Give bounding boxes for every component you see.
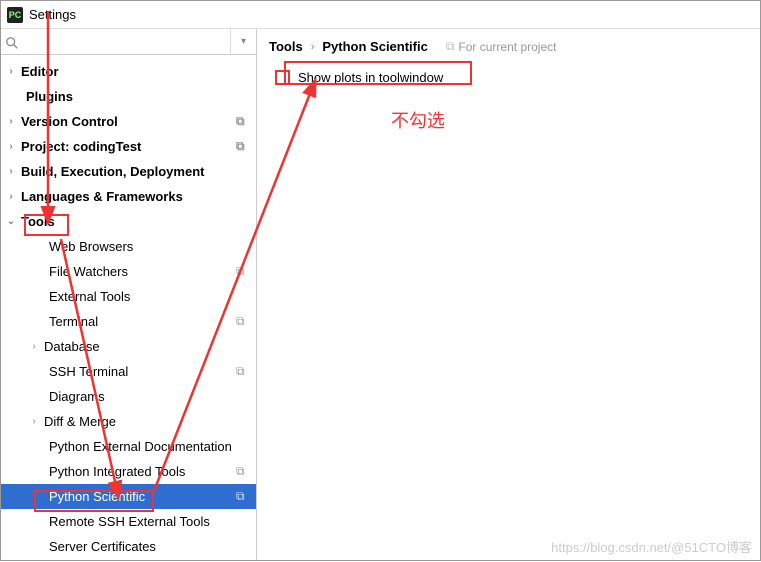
project-scope-icon: ⧉ — [236, 364, 256, 379]
tree-item-lang-fw[interactable]: ›Languages & Frameworks — [1, 184, 256, 209]
show-plots-label: Show plots in toolwindow — [298, 70, 443, 85]
tree-item-external-tools[interactable]: External Tools — [1, 284, 256, 309]
tree-item-version-control[interactable]: ›Version Control⧉ — [1, 109, 256, 134]
tree-item-server-certs[interactable]: Server Certificates — [1, 534, 256, 559]
tree-item-diff-merge[interactable]: ›Diff & Merge — [1, 409, 256, 434]
titlebar: PC Settings — [1, 1, 760, 29]
project-scope-icon: ⧉ — [236, 264, 256, 279]
chevron-right-icon: › — [311, 41, 315, 53]
tree-item-ssh-terminal[interactable]: SSH Terminal⧉ — [1, 359, 256, 384]
search-row: ▾ — [1, 29, 256, 55]
project-scope-icon: ⧉ — [236, 314, 256, 329]
chevron-right-icon: › — [24, 341, 44, 352]
show-plots-checkbox[interactable] — [275, 70, 290, 85]
tree-item-editor[interactable]: ›Editor — [1, 59, 256, 84]
chevron-right-icon: › — [1, 166, 21, 177]
settings-detail-panel: Tools › Python Scientific ⧉For current p… — [257, 29, 760, 560]
breadcrumb: Tools › Python Scientific ⧉For current p… — [269, 39, 748, 54]
project-scope-icon: ⧉ — [446, 39, 455, 54]
tree-item-file-watchers[interactable]: File Watchers⧉ — [1, 259, 256, 284]
project-scope-icon: ⧉ — [236, 114, 256, 129]
tree-item-py-scientific[interactable]: Python Scientific⧉ — [1, 484, 256, 509]
tree-item-terminal[interactable]: Terminal⧉ — [1, 309, 256, 334]
project-scope-icon: ⧉ — [236, 139, 256, 154]
search-dropdown[interactable]: ▾ — [230, 29, 256, 54]
window-title: Settings — [29, 7, 76, 22]
tree-item-plugins[interactable]: Plugins — [1, 84, 256, 109]
chevron-right-icon: › — [1, 66, 21, 77]
settings-tree: ›Editor Plugins ›Version Control⧉ ›Proje… — [1, 55, 256, 560]
content-area: ▾ ›Editor Plugins ›Version Control⧉ ›Pro… — [1, 29, 760, 560]
breadcrumb-item: Python Scientific — [322, 39, 427, 54]
tree-item-database[interactable]: ›Database — [1, 334, 256, 359]
tree-item-remote-ssh[interactable]: Remote SSH External Tools — [1, 509, 256, 534]
chevron-right-icon: › — [24, 416, 44, 427]
tree-item-project[interactable]: ›Project: codingTest⧉ — [1, 134, 256, 159]
scope-label: ⧉For current project — [446, 39, 557, 54]
tree-item-py-int-tools[interactable]: Python Integrated Tools⧉ — [1, 459, 256, 484]
tree-item-py-ext-doc[interactable]: Python External Documentation — [1, 434, 256, 459]
search-icon — [5, 36, 19, 50]
chevron-right-icon: › — [1, 141, 21, 152]
project-scope-icon: ⧉ — [236, 464, 256, 479]
annotation-text: 不勾选 — [391, 107, 445, 133]
settings-sidebar: ▾ ›Editor Plugins ›Version Control⧉ ›Pro… — [1, 29, 257, 560]
project-scope-icon: ⧉ — [236, 489, 256, 504]
tree-item-diagrams[interactable]: Diagrams — [1, 384, 256, 409]
chevron-down-icon: ⌄ — [1, 216, 21, 227]
watermark: https://blog.csdn.net/@51CTO博客 — [551, 537, 752, 556]
chevron-right-icon: › — [1, 191, 21, 202]
search-input[interactable] — [1, 32, 201, 51]
chevron-right-icon: › — [1, 116, 21, 127]
breadcrumb-item: Tools — [269, 39, 303, 54]
tree-item-tools[interactable]: ⌄Tools — [1, 209, 256, 234]
tree-item-build[interactable]: ›Build, Execution, Deployment — [1, 159, 256, 184]
app-icon: PC — [7, 7, 23, 23]
option-show-plots[interactable]: Show plots in toolwindow — [269, 70, 748, 85]
tree-item-web-browsers[interactable]: Web Browsers — [1, 234, 256, 259]
